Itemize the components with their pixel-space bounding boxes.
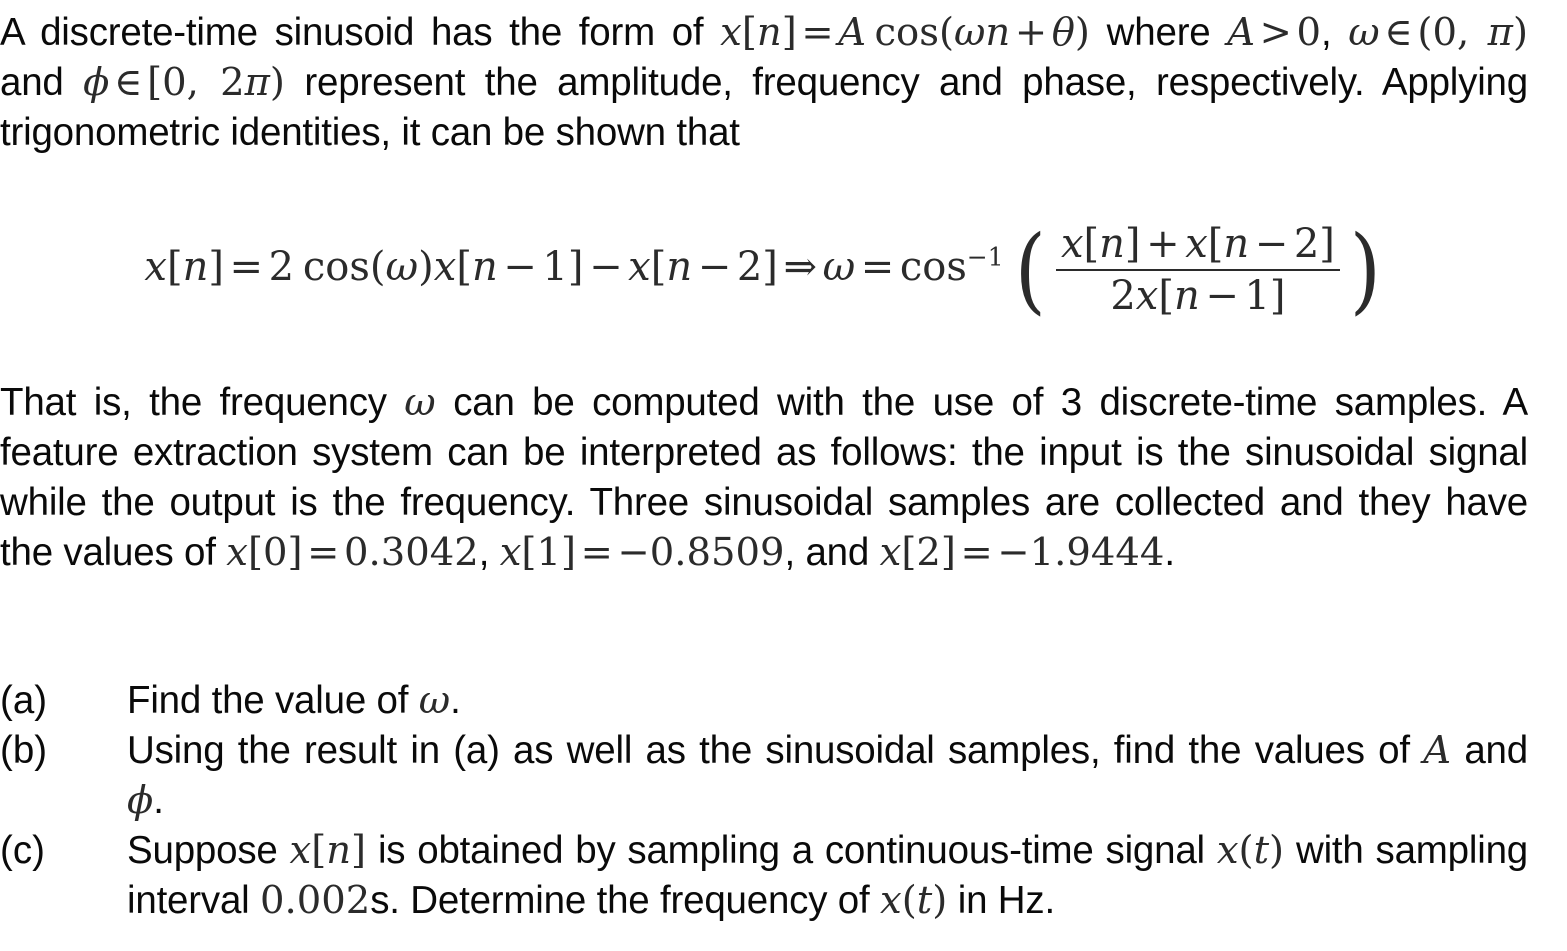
inverse-exponent: −1 <box>966 242 1004 272</box>
math-phi-range: ϕ ∈ [0, 2π) <box>83 60 285 105</box>
display-equation: x[n] = 2 cos(ω)x[n −1] − x[n −2] ⇒ ω = cos−1(x[n] + x… <box>144 222 1383 319</box>
intro-seg-1: A discrete-time sinusoid has the form of <box>0 11 721 54</box>
math-amplitude-qb: A <box>1423 728 1451 773</box>
math-amplitude-positive: A >0 <box>1227 10 1322 55</box>
question-body-a: Find the value of ω. <box>127 676 1528 726</box>
qc-seg-1: Suppose <box>127 829 290 872</box>
paren-open: ( <box>1015 215 1047 325</box>
qb-seg-2: and <box>1451 729 1528 772</box>
setup-seg-3: , <box>478 531 500 574</box>
intro-seg-4: and <box>0 61 84 104</box>
math-x2-value: x[2] = −1.9444 <box>879 530 1165 575</box>
math-omega-range: ω ∈ (0, π) <box>1348 10 1528 55</box>
math-omega-inline: ω <box>404 380 436 425</box>
setup-seg-4: , and <box>784 531 880 574</box>
question-body-c: Suppose x[n] is obtained by sampling a c… <box>127 826 1528 926</box>
paragraph-problem-setup: That is, the frequency ω can be computed… <box>0 378 1528 578</box>
setup-seg-1: That is, the frequency <box>0 381 405 424</box>
qa-seg-2: . <box>450 679 461 722</box>
math-xn-qc: x[n] <box>289 828 367 873</box>
question-list: (a) Find the value of ω. (b) Using the r… <box>0 676 1528 926</box>
paragraph-intro: A discrete-time sinusoid has the form of… <box>0 8 1528 158</box>
question-item-a: (a) Find the value of ω. <box>0 676 1528 726</box>
qb-seg-1: Using the result in (a) as well as the s… <box>127 729 1424 772</box>
question-label-a: (a) <box>0 679 48 722</box>
qb-seg-3: . <box>153 779 164 822</box>
fraction-denominator: 2x[n −1] <box>1056 268 1340 319</box>
question-item-c: (c) Suppose x[n] is obtained by sampling… <box>0 826 1528 926</box>
intro-seg-3: , <box>1321 11 1349 54</box>
math-xt-qc-2: x(t) <box>879 878 948 923</box>
fraction-numerator: x[n] + x[n −2] <box>1060 221 1335 267</box>
math-x1-value: x[1] = −0.8509 <box>499 530 785 575</box>
intro-seg-2: where <box>1089 11 1228 54</box>
math-phi-qb: ϕ <box>127 778 154 823</box>
paragraph-problem-setup-text: That is, the frequency ω can be computed… <box>0 378 1528 578</box>
question-body-b: Using the result in (a) as well as the s… <box>127 726 1528 826</box>
question-label-c: (c) <box>0 829 45 872</box>
question-item-b: (b) Using the result in (a) as well as t… <box>0 726 1528 826</box>
math-sampling-interval: 0.002 <box>260 878 371 923</box>
fraction: x[n] + x[n −2] 2x[n −1] <box>1049 222 1347 319</box>
paren-close: ) <box>1349 215 1381 325</box>
qc-seg-4: s. Determine the frequency of <box>370 879 880 922</box>
setup-seg-5: . <box>1164 531 1175 574</box>
display-equation-container: x[n] = 2 cos(ω)x[n −1] − x[n −2] ⇒ ω = cos−1(x[n] + x… <box>0 222 1528 319</box>
math-omega-qa: ω <box>418 678 451 723</box>
question-label-b: (b) <box>0 729 48 772</box>
paragraph-intro-text: A discrete-time sinusoid has the form of… <box>0 8 1528 158</box>
document-page: A discrete-time sinusoid has the form of… <box>0 0 1567 951</box>
qc-seg-5: in Hz. <box>947 879 1055 922</box>
math-x0-value: x[0] = 0.3042 <box>226 530 479 575</box>
math-sinusoid-form: x[n] = Acos(ωn + θ) <box>720 10 1090 55</box>
qa-seg-1: Find the value of <box>127 679 419 722</box>
math-xt-qc-1: x(t) <box>1216 828 1285 873</box>
equation-lhs: x[n] = 2 cos(ω)x[n −1] − x[n −2] <box>144 244 778 291</box>
implies-symbol: ⇒ <box>783 244 817 291</box>
equation-rhs: ω = cos−1(x[n] + x[n −2] 2x[n −1]) <box>822 215 1381 325</box>
qc-seg-2: is obtained by sampling a continuous-tim… <box>366 829 1217 872</box>
